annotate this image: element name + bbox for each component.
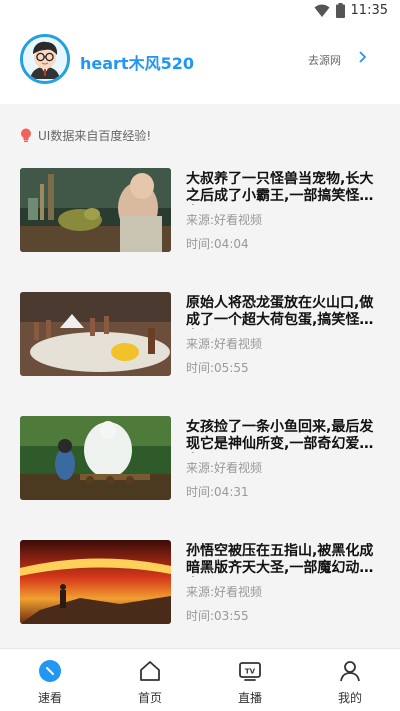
duration-value: 04:04 (214, 237, 249, 251)
home-icon (140, 661, 160, 681)
video-item[interactable]: 孙悟空被压在五指山,被黑化成暗黑版齐天大圣,一部魔幻动作电影 来源:好看视频 时… (0, 540, 400, 632)
hint-text: UI数据来自百度经验! (38, 129, 152, 143)
svg-text:TV: TV (245, 668, 256, 676)
avatar[interactable] (20, 34, 70, 84)
wifi-icon (314, 4, 330, 17)
tab-label: 速看 (37, 691, 62, 705)
avatar-image (23, 37, 67, 81)
video-thumbnail[interactable] (20, 292, 171, 376)
video-thumbnail[interactable] (20, 416, 171, 500)
tab-live[interactable]: TV 直播 (200, 649, 300, 711)
goto-source-link[interactable]: 去源网 (308, 52, 341, 68)
time-label: 时间: (186, 485, 215, 499)
status-icons: 11:35 (314, 3, 388, 18)
video-thumbnail[interactable] (20, 168, 171, 252)
quick-view-icon (39, 660, 61, 682)
bottom-tab-bar: 速看 首页 TV 直播 我的 (0, 648, 400, 711)
video-duration: 时间:05:55 (186, 359, 249, 376)
source-value: 好看视频 (214, 585, 263, 599)
chevron-right-icon[interactable] (356, 50, 368, 64)
video-duration: 时间:04:31 (186, 483, 249, 500)
video-source: 来源:好看视频 (186, 335, 262, 352)
video-item[interactable]: 大叔养了一只怪兽当宠物,长大之后成了小霸王,一部搞笑怪兽电影 来源:好看视频 时… (0, 168, 400, 260)
video-source: 来源:好看视频 (186, 211, 262, 228)
tab-label: 我的 (337, 691, 362, 705)
person-icon (340, 661, 360, 682)
tab-home[interactable]: 首页 (100, 649, 200, 711)
time-label: 时间: (186, 237, 215, 251)
video-title[interactable]: 孙悟空被压在五指山,被黑化成暗黑版齐天大圣,一部魔幻动作电影 (186, 543, 376, 577)
video-item[interactable]: 女孩捡了一条小鱼回来,最后发现它是神仙所变,一部奇幻爱情电影 来源:好看视频 时… (0, 416, 400, 508)
source-value: 好看视频 (214, 337, 263, 351)
source-label: 来源: (186, 337, 215, 351)
status-bar: 11:35 (0, 0, 400, 24)
duration-value: 04:31 (214, 485, 249, 499)
source-value: 好看视频 (214, 213, 263, 227)
duration-value: 03:55 (214, 609, 249, 623)
battery-icon (335, 3, 345, 18)
video-title[interactable]: 女孩捡了一条小鱼回来,最后发现它是神仙所变,一部奇幻爱情电影 (186, 419, 376, 453)
video-source: 来源:好看视频 (186, 583, 262, 600)
tab-label: 直播 (237, 691, 262, 705)
tv-icon: TV (239, 662, 261, 681)
video-title[interactable]: 大叔养了一只怪兽当宠物,长大之后成了小霸王,一部搞笑怪兽电影 (186, 171, 376, 205)
video-source: 来源:好看视频 (186, 459, 262, 476)
lightbulb-icon (21, 128, 31, 142)
video-title[interactable]: 原始人将恐龙蛋放在火山口,做成了一个超大荷包蛋,搞笑怪兽电影 (186, 295, 376, 329)
source-label: 来源: (186, 585, 215, 599)
source-label: 来源: (186, 461, 215, 475)
source-value: 好看视频 (214, 461, 263, 475)
video-thumbnail[interactable] (20, 540, 171, 624)
tab-label: 首页 (137, 691, 162, 705)
data-source-hint: UI数据来自百度经验! (20, 127, 151, 144)
tab-quick-view[interactable]: 速看 (0, 649, 100, 711)
source-label: 来源: (186, 213, 215, 227)
video-item[interactable]: 原始人将恐龙蛋放在火山口,做成了一个超大荷包蛋,搞笑怪兽电影 来源:好看视频 时… (0, 292, 400, 384)
duration-value: 05:55 (214, 361, 249, 375)
video-duration: 时间:04:04 (186, 235, 249, 252)
username: heart木风520 (80, 54, 194, 73)
profile-header: heart木风520 去源网 (0, 24, 400, 104)
time-label: 时间: (186, 361, 215, 375)
time-label: 时间: (186, 609, 215, 623)
video-duration: 时间:03:55 (186, 607, 249, 624)
tab-mine[interactable]: 我的 (300, 649, 400, 711)
status-time: 11:35 (350, 3, 388, 18)
